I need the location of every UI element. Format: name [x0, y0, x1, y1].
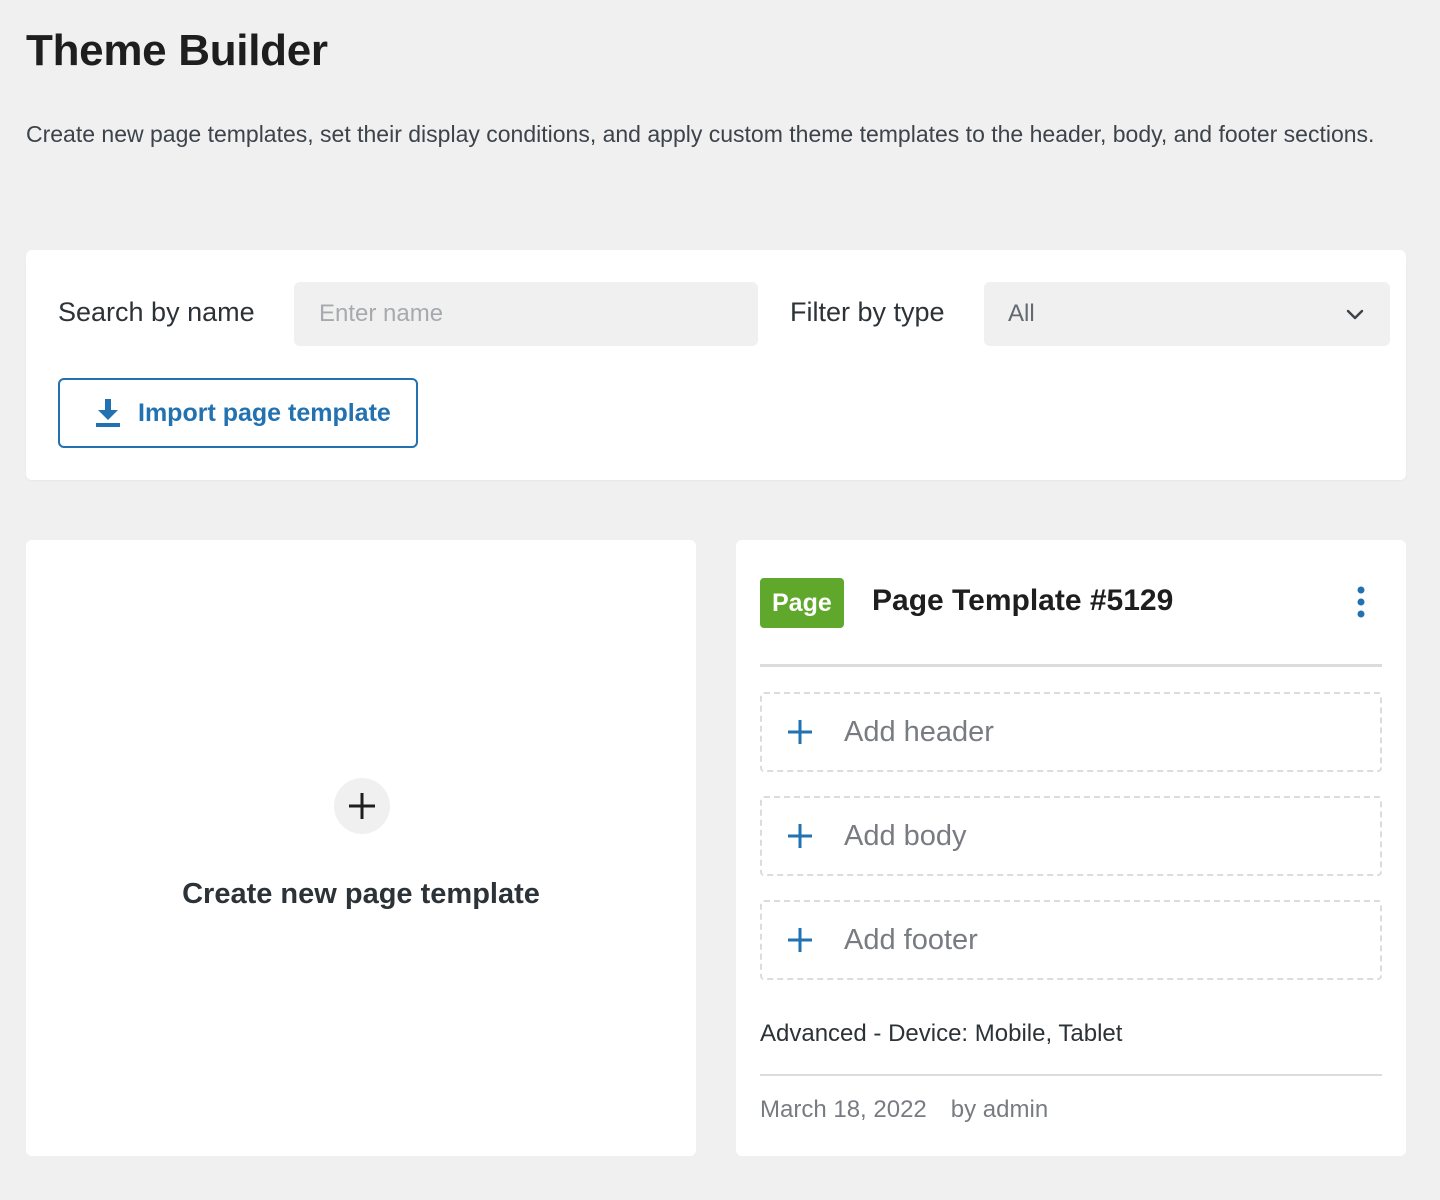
plus-icon	[788, 720, 812, 744]
plus-icon	[788, 928, 812, 952]
template-title[interactable]: Page Template #5129	[872, 584, 1173, 618]
kebab-menu-icon[interactable]	[1346, 584, 1376, 620]
add-header-slot[interactable]: Add header	[760, 692, 1382, 772]
import-page-template-button[interactable]: Import page template	[58, 378, 418, 448]
create-template-label: Create new page template	[182, 878, 540, 910]
template-author: by admin	[950, 1096, 1049, 1123]
filter-type-select[interactable]: All	[984, 282, 1390, 346]
kebab-dots-icon	[1357, 586, 1365, 618]
page-description: Create new page templates, set their dis…	[26, 121, 1375, 147]
plus-icon	[349, 793, 375, 819]
display-conditions[interactable]: Advanced - Device: Mobile, Tablet	[760, 1020, 1122, 1048]
add-body-slot[interactable]: Add body	[760, 796, 1382, 876]
type-badge: Page	[760, 578, 844, 628]
divider	[760, 664, 1382, 667]
filter-type-value: All	[1008, 300, 1035, 327]
filter-label: Filter by type	[790, 297, 945, 327]
template-date: March 18, 2022	[760, 1096, 927, 1123]
theme-builder-page: Theme Builder Create new page templates,…	[0, 0, 1440, 1200]
add-header-label: Add header	[844, 715, 994, 748]
create-plus-button[interactable]	[334, 778, 390, 834]
create-new-template-card[interactable]: Create new page template	[26, 540, 696, 1156]
add-body-label: Add body	[844, 819, 967, 852]
plus-icon	[788, 824, 812, 848]
page-template-card: Page Page Template #5129 Add header Add …	[736, 540, 1406, 1156]
search-input[interactable]	[294, 282, 758, 346]
chevron-down-icon	[1346, 309, 1364, 320]
add-footer-slot[interactable]: Add footer	[760, 900, 1382, 980]
download-icon	[96, 399, 120, 427]
divider	[760, 1074, 1382, 1076]
template-meta: March 18, 2022 by admin	[760, 1096, 1048, 1124]
page-title: Theme Builder	[26, 26, 328, 75]
filter-toolbar: Search by name Filter by type All Import…	[26, 250, 1406, 480]
import-button-label: Import page template	[138, 398, 391, 427]
search-label: Search by name	[58, 297, 255, 327]
add-footer-label: Add footer	[844, 923, 978, 956]
